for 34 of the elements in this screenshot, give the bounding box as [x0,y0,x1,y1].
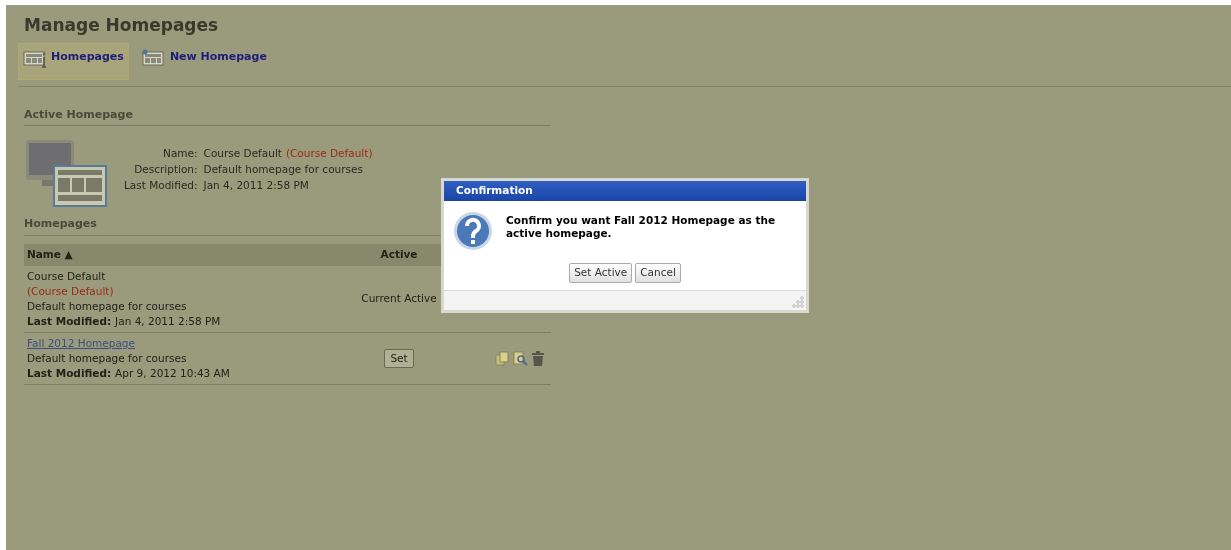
homepage-description: Default homepage for courses [27,298,188,314]
field-label: Last Modified: [124,178,198,193]
column-header: Active [379,246,419,262]
copy-icon[interactable] [495,350,510,366]
field-label: Description: [133,162,198,177]
page-gear-icon [141,48,166,69]
field-value: Course Default [203,146,282,161]
default-note: (Course Default) [27,283,115,299]
modified-label: Last Modified: [27,313,112,329]
modified-date: Apr 9, 2012 10:43 AM [115,365,230,381]
field-value: Default homepage for courses [203,162,363,177]
preview-icon[interactable] [513,350,528,366]
dialog-button[interactable]: Set Active [569,263,633,283]
section-heading: Active Homepage [24,106,551,126]
default-note: (Course Default) [285,146,373,161]
nav-tab[interactable]: New Homepage [136,42,272,80]
modified-date: Jan 4, 2011 2:58 PM [115,313,221,329]
column-header[interactable]: Name ▲ [24,246,324,263]
page-title: Manage Homepages [24,14,220,37]
resize-grip-icon[interactable] [792,296,804,308]
question-icon [453,211,493,251]
homepage-link[interactable]: Fall 2012 Homepage [27,335,135,351]
set-button[interactable]: Set [384,348,414,368]
field-value: Jan 4, 2011 2:58 PM [203,178,309,193]
trash-icon[interactable] [531,350,545,366]
nav-tab[interactable]: Homepages [18,42,129,80]
dialog-title: Confirmation [456,183,533,199]
field-label: Name: [162,146,198,161]
modified-label: Last Modified: [27,365,112,381]
active-status: Current Active [361,291,437,306]
homepage-description: Default homepage for courses [27,350,188,366]
page-wrench-icon [23,48,47,69]
dialog-button[interactable]: Cancel [635,263,681,283]
homepage-name: Course Default [27,268,107,284]
